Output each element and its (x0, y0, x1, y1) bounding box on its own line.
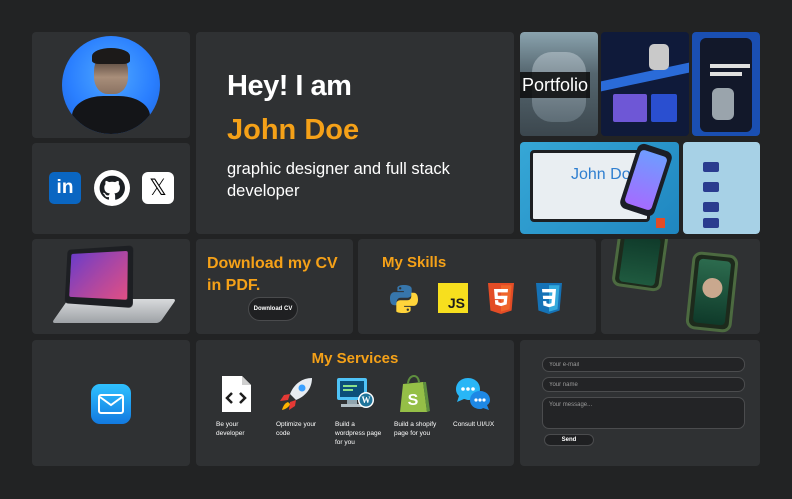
x-icon[interactable]: 𝕏 (142, 172, 174, 204)
code-file-icon (216, 374, 256, 414)
service-item: Optimize your code (276, 374, 326, 438)
service-label: Consult UI/UX (453, 421, 495, 428)
portfolio-thumbnail[interactable] (683, 142, 760, 234)
skills-title: My Skills (382, 254, 447, 271)
hero-card: Hey! I am John Doe graphic designer and … (196, 32, 514, 234)
service-item: W Build a wordpress page for you (335, 374, 385, 447)
service-label: Build a shopify page for you (394, 421, 437, 437)
mail-card (32, 340, 190, 466)
linkedin-icon[interactable]: in (49, 172, 81, 204)
send-button[interactable]: Send (544, 434, 594, 446)
portfolio-label: Portfolio (520, 72, 591, 98)
github-icon[interactable] (94, 170, 130, 206)
services-title: My Services (311, 350, 399, 367)
portfolio-thumbnail[interactable] (601, 32, 689, 136)
hero-greeting: Hey! I am (227, 70, 352, 102)
phone-mockup (611, 239, 669, 293)
portfolio-thumbnail[interactable]: John Doe (520, 142, 679, 234)
service-item: S Build a shopify page for you (394, 374, 444, 438)
name-field[interactable] (542, 377, 745, 392)
svg-text:S: S (408, 392, 419, 409)
avatar-card (32, 32, 190, 138)
service-label: Be your developer (216, 421, 245, 437)
chat-icon (453, 374, 493, 414)
phone-mockup (685, 250, 739, 334)
css3-icon (534, 283, 564, 314)
shopify-icon: S (394, 374, 434, 414)
social-links-card: in 𝕏 (32, 143, 190, 234)
portfolio-gallery[interactable]: Portfolio John Doe (520, 32, 760, 234)
html5-icon (486, 283, 516, 314)
cv-card: Download my CV in PDF. Download CV (196, 239, 353, 334)
wordpress-icon: W (335, 374, 375, 414)
service-label: Optimize your code (276, 421, 317, 437)
email-field[interactable] (542, 357, 745, 372)
javascript-icon: JS (438, 283, 468, 313)
message-field[interactable] (542, 397, 745, 429)
hero-name: John Doe (227, 114, 360, 146)
contact-form-card: Send (520, 340, 760, 466)
cv-title: Download my CV in PDF. (207, 255, 338, 294)
rocket-icon (276, 374, 316, 414)
portfolio-thumbnail[interactable] (692, 32, 760, 136)
mail-icon[interactable] (91, 384, 131, 424)
services-card: My Services Be your developer Optimize y… (196, 340, 514, 466)
hero-role: graphic designer and full stack develope… (227, 160, 450, 200)
service-item: Be your developer (216, 374, 266, 438)
avatar (62, 36, 160, 134)
skills-card: My Skills JS (358, 239, 596, 334)
phones-preview-card (601, 239, 760, 334)
python-icon (388, 283, 418, 313)
svg-text:W: W (362, 395, 371, 405)
service-item: Consult UI/UX (453, 374, 503, 429)
download-cv-button[interactable]: Download CV (248, 297, 298, 321)
laptop-illustration-card (32, 239, 190, 334)
service-label: Build a wordpress page for you (335, 421, 382, 446)
